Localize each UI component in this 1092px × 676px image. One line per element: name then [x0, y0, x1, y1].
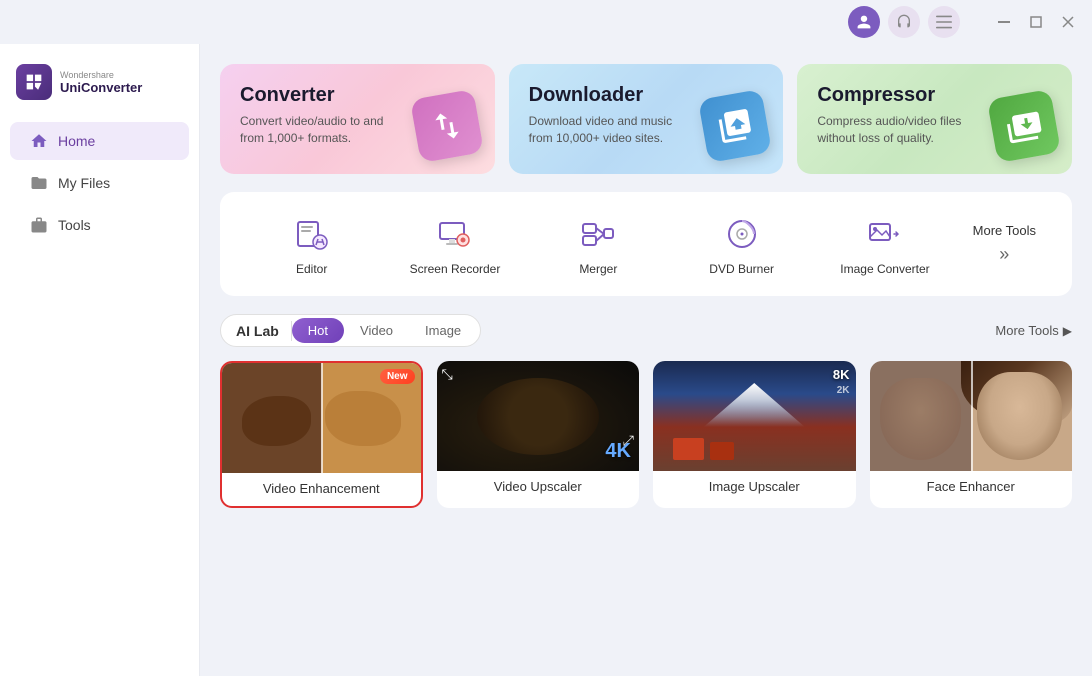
downloader-icon [703, 94, 773, 164]
tool-image-converter[interactable]: Image Converter [813, 208, 956, 280]
menu-icon[interactable] [928, 6, 960, 38]
tab-hot[interactable]: Hot [292, 318, 344, 343]
face-enhancer-label: Face Enhancer [870, 471, 1073, 504]
tool-image-converter-label: Image Converter [840, 262, 929, 276]
tool-merger-label: Merger [579, 262, 617, 276]
main-content: Converter Convert video/audio to and fro… [200, 44, 1092, 676]
tool-card-video-upscaler[interactable]: ⤡ ⤢ 4K Video Upscaler [437, 361, 640, 508]
more-tools-link-label: More Tools [995, 323, 1058, 338]
close-button[interactable] [1056, 10, 1080, 34]
divider-line [321, 363, 323, 473]
more-tools-chevron-icon: » [999, 244, 1009, 265]
more-tools-label: More Tools [973, 223, 1036, 238]
sidebar-item-label-myfiles: My Files [58, 175, 110, 191]
video-enhancement-label: Video Enhancement [222, 473, 421, 506]
logo-text: Wondershare UniConverter [60, 70, 142, 95]
tab-image[interactable]: Image [409, 318, 477, 343]
tool-screen-recorder[interactable]: Screen Recorder [383, 208, 526, 280]
sidebar-item-label-tools: Tools [58, 217, 91, 233]
expand-tl-icon: ⤡ [442, 366, 453, 383]
video-upscaler-thumbnail: ⤡ ⤢ 4K [437, 361, 640, 471]
hero-card-compressor[interactable]: Compressor Compress audio/video files wi… [797, 64, 1072, 174]
hero-card-downloader[interactable]: Downloader Download video and music from… [509, 64, 784, 174]
ai-lab-tabs: AI Lab Hot Video Image [220, 314, 481, 347]
face-divider-line [971, 361, 973, 471]
sidebar-item-label-home: Home [58, 133, 95, 149]
converter-icon [415, 94, 485, 164]
tool-dvd-burner-label: DVD Burner [709, 262, 774, 276]
tool-editor[interactable]: Editor [240, 208, 383, 280]
more-tools-link-arrow: ▶ [1063, 324, 1072, 338]
tool-cards: New Video Enhancement ⤡ ⤢ 4K [220, 361, 1072, 508]
files-icon [30, 174, 48, 192]
tool-dvd-burner[interactable]: DVD Burner [670, 208, 813, 280]
screen-recorder-icon [433, 212, 477, 256]
tool-card-video-enhancement[interactable]: New Video Enhancement [220, 361, 423, 508]
sidebar: Wondershare UniConverter Home My Files T… [0, 44, 200, 676]
downloader-desc: Download video and music from 10,000+ vi… [529, 113, 689, 147]
editor-icon [290, 212, 334, 256]
tool-merger[interactable]: Merger [527, 208, 670, 280]
2k-badge: 2K [837, 385, 850, 396]
maximize-button[interactable] [1024, 10, 1048, 34]
headset-icon[interactable] [888, 6, 920, 38]
tools-icon [30, 216, 48, 234]
video-upscaler-label: Video Upscaler [437, 471, 640, 504]
logo-product: UniConverter [60, 80, 142, 95]
tool-card-image-upscaler[interactable]: 8K 2K Image Upscaler [653, 361, 856, 508]
logo-brand: Wondershare [60, 70, 142, 80]
ai-lab-label: AI Lab [224, 319, 291, 343]
tool-screen-recorder-label: Screen Recorder [410, 262, 501, 276]
sidebar-item-home[interactable]: Home [10, 122, 189, 160]
image-upscaler-thumbnail: 8K 2K [653, 361, 856, 471]
tools-bar: Editor Screen Recorder [220, 192, 1072, 296]
compressor-icon [992, 94, 1062, 164]
sidebar-item-tools[interactable]: Tools [10, 206, 189, 244]
hero-cards: Converter Convert video/audio to and fro… [220, 64, 1072, 174]
tool-editor-label: Editor [296, 262, 327, 276]
hero-card-converter[interactable]: Converter Convert video/audio to and fro… [220, 64, 495, 174]
title-bar [0, 0, 1092, 44]
image-converter-icon [863, 212, 907, 256]
new-badge: New [380, 369, 415, 384]
sidebar-item-myfiles[interactable]: My Files [10, 164, 189, 202]
home-icon [30, 132, 48, 150]
minimize-button[interactable] [992, 10, 1016, 34]
image-upscaler-label: Image Upscaler [653, 471, 856, 504]
8k-badge: 8K [833, 367, 850, 382]
logo-icon [16, 64, 52, 100]
video-enhancement-thumbnail: New [222, 363, 421, 473]
converter-desc: Convert video/audio to and from 1,000+ f… [240, 113, 400, 147]
logo: Wondershare UniConverter [0, 56, 199, 120]
ai-lab-header: AI Lab Hot Video Image More Tools ▶ [220, 314, 1072, 347]
more-tools-button[interactable]: More Tools » [957, 219, 1052, 269]
dvd-burner-icon [720, 212, 764, 256]
more-tools-link[interactable]: More Tools ▶ [995, 323, 1072, 338]
user-avatar-icon[interactable] [848, 6, 880, 38]
face-enhancer-thumbnail [870, 361, 1073, 471]
merger-icon [576, 212, 620, 256]
compressor-desc: Compress audio/video files without loss … [817, 113, 977, 147]
tab-video[interactable]: Video [344, 318, 409, 343]
4k-badge: 4K [605, 440, 631, 463]
tool-card-face-enhancer[interactable]: Face Enhancer [870, 361, 1073, 508]
